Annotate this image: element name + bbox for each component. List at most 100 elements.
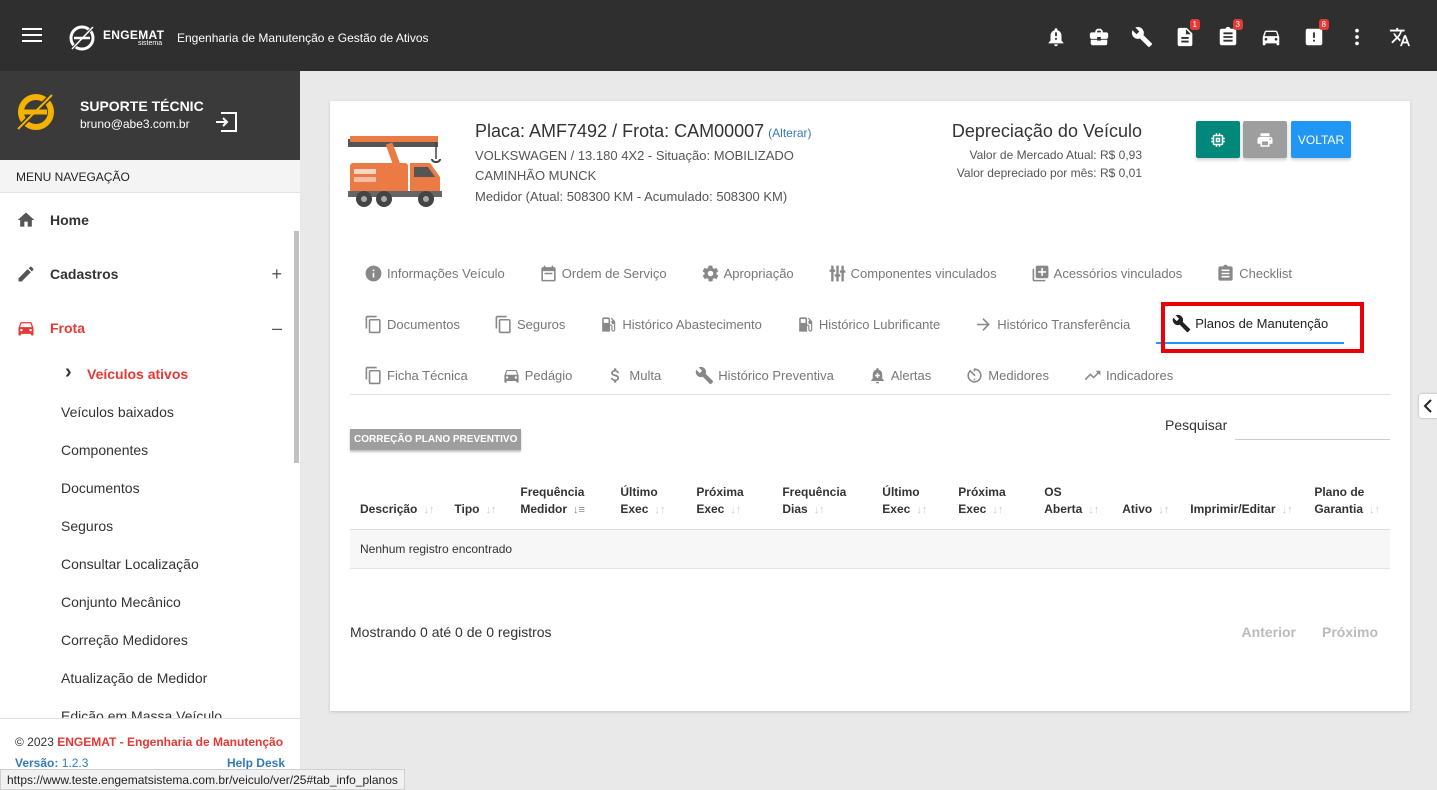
menu-title: MENU NAVEGAÇÃO	[0, 160, 300, 193]
submenu-item-correcao-medidores[interactable]: Correção Medidores	[61, 621, 300, 659]
previous-button[interactable]: Anterior	[1242, 624, 1296, 640]
column-header-proxima-exec[interactable]: Próxima Exec ↓↑	[686, 484, 773, 530]
tab-checklist[interactable]: Checklist	[1190, 253, 1300, 293]
tab-ficha-tecnica[interactable]: Ficha Técnica	[350, 355, 476, 395]
document-icon[interactable]: 1	[1163, 19, 1206, 50]
frota-submenu: Veículos ativos Veículos baixados Compon…	[0, 353, 300, 735]
column-header-descricao[interactable]: Descrição ↓↑	[350, 484, 445, 530]
tab-pedagio[interactable]: Pedágio	[476, 355, 581, 395]
column-header-tipo[interactable]: Tipo ↓↑	[444, 484, 511, 530]
notification-badge: 1	[1189, 19, 1200, 30]
tab-historico-lubrificante[interactable]: Histórico Lubrificante	[770, 304, 948, 344]
submenu-item-veiculos-baixados[interactable]: Veículos baixados	[61, 393, 300, 431]
submenu-item-seguros[interactable]: Seguros	[61, 507, 300, 545]
equalizer-icon	[829, 265, 846, 281]
sidebar-item-label: Home	[50, 212, 89, 228]
more-vert-icon[interactable]	[1335, 24, 1378, 50]
submenu-item-consultar-localizacao[interactable]: Consultar Localização	[61, 545, 300, 583]
table-row: Nenhum registro encontrado	[350, 529, 1390, 569]
column-header-ultimo-exec[interactable]: Último Exec ↓↑	[610, 484, 687, 530]
sort-icon: ↓↑	[423, 504, 435, 516]
plate-title: Placa: AMF7492 / Frota: CAM00007 (Alterar…	[475, 121, 812, 141]
submenu-item-veiculos-ativos[interactable]: Veículos ativos	[61, 353, 300, 393]
tab-historico-preventiva[interactable]: Histórico Preventiva	[669, 355, 842, 395]
chip-icon	[1211, 132, 1225, 147]
tab-seguros[interactable]: Seguros	[468, 304, 573, 344]
column-header-ativo[interactable]: Ativo ↓↑	[1112, 484, 1181, 530]
pagination: Anterior Próximo	[1242, 624, 1378, 640]
crane-truck-icon	[348, 136, 442, 207]
clipboard-icon	[1218, 264, 1233, 281]
translate-icon[interactable]	[1378, 24, 1421, 50]
tab-documentos[interactable]: Documentos	[350, 304, 468, 344]
search-input[interactable]	[1235, 411, 1390, 440]
version-text: Versão: 1.2.3	[15, 756, 89, 770]
chevron-left-icon[interactable]	[1419, 394, 1437, 418]
column-header-frequencia-dias[interactable]: Frequência Dias ↓↑	[772, 484, 873, 530]
sort-icon: ↓↑	[992, 504, 1004, 516]
sidebar-item-label: Cadastros	[50, 266, 119, 282]
copyright-text: © 2023 ENGEMAT - Engenharia de Manutençã…	[15, 735, 284, 749]
briefcase-icon[interactable]	[1077, 24, 1120, 50]
tab-multa[interactable]: Multa	[580, 355, 669, 395]
voltar-button[interactable]: VOLTAR	[1291, 121, 1351, 158]
printer-icon	[1257, 132, 1273, 147]
tab-historico-abastecimento[interactable]: Histórico Abastecimento	[573, 304, 769, 344]
tab-acessorios-vinculados[interactable]: Acessórios vinculados	[1005, 253, 1191, 293]
tab-medidores[interactable]: Medidores	[939, 355, 1057, 395]
column-header-imprimir-editar[interactable]: Imprimir/Editar ↓↑	[1180, 484, 1305, 530]
sidebar-item-home[interactable]: Home	[0, 193, 300, 247]
wrench-icon[interactable]	[1120, 24, 1163, 50]
vehicle-card: Placa: AMF7492 / Frota: CAM00007 (Alterar…	[330, 101, 1410, 711]
bell-alert-icon	[870, 367, 884, 383]
user-email: bruno@abe3.com.br	[80, 117, 190, 131]
tab-historico-transferencia[interactable]: Histórico Transferência	[948, 304, 1138, 344]
tab-apropriacao[interactable]: Apropriação	[675, 253, 802, 293]
column-header-plano-garantia[interactable]: Plano de Garantia ↓↑	[1304, 484, 1390, 530]
correcao-plano-button[interactable]: CORREÇÃO PLANO PREVENTIVO	[350, 429, 522, 450]
sidebar-item-frota[interactable]: Frota –	[0, 301, 300, 355]
chip-button[interactable]	[1196, 121, 1240, 158]
monthly-depreciation: Valor depreciado por mês: R$ 0,01	[956, 166, 1142, 180]
car-icon	[18, 322, 34, 336]
sort-icon: ↓↑	[916, 504, 928, 516]
document-stack-icon[interactable]: 3	[1206, 19, 1249, 50]
tab-indicadores[interactable]: Indicadores	[1057, 355, 1181, 395]
column-header-frequencia-medidor[interactable]: Frequência Medidor ↓≡	[510, 484, 611, 530]
help-desk-link[interactable]: Help Desk	[227, 756, 285, 770]
car-icon	[504, 369, 519, 383]
market-value: Valor de Mercado Atual: R$ 0,93	[969, 148, 1142, 162]
logout-icon[interactable]	[214, 111, 238, 133]
bell-alert-icon[interactable]	[1034, 24, 1077, 50]
sort-icon: ↓↑	[1369, 504, 1380, 516]
print-button[interactable]	[1243, 121, 1287, 158]
home-icon	[17, 212, 35, 227]
column-header-proxima-exec-dias[interactable]: Próxima Exec ↓↑	[948, 484, 1035, 530]
alert-document-icon[interactable]: 8	[1292, 19, 1335, 50]
vehicle-model: VOLKSWAGEN / 13.180 4X2 - Situação: MOBI…	[475, 148, 794, 163]
menu-icon[interactable]	[22, 28, 42, 42]
column-header-ultimo-exec-dias[interactable]: Último Exec ↓↑	[872, 484, 949, 530]
next-button[interactable]: Próximo	[1322, 624, 1378, 640]
alterar-link[interactable]: (Alterar)	[768, 126, 811, 140]
tab-ordem-servico[interactable]: Ordem de Serviço	[513, 253, 675, 293]
copy-icon	[365, 366, 381, 384]
sidebar-scrollbar[interactable]	[294, 231, 299, 463]
submenu-item-componentes[interactable]: Componentes	[61, 431, 300, 469]
tab-componentes-vinculados[interactable]: Componentes vinculados	[802, 253, 1005, 293]
user-panel: SUPORTE TÉCNIC bruno@abe3.com.br	[0, 71, 300, 160]
submenu-item-atualizacao-medidor[interactable]: Atualização de Medidor	[61, 659, 300, 697]
tab-informacoes-veiculo[interactable]: Informações Veículo	[350, 253, 513, 293]
car-icon[interactable]	[1249, 24, 1292, 50]
column-header-os-aberta[interactable]: OS Aberta ↓↑	[1034, 484, 1113, 530]
submenu-item-documentos[interactable]: Documentos	[61, 469, 300, 507]
sidebar-item-cadastros[interactable]: Cadastros +	[0, 247, 300, 301]
collapse-icon[interactable]: –	[272, 318, 282, 339]
tab-alertas[interactable]: Alertas	[842, 355, 939, 395]
empty-message: Nenhum registro encontrado	[350, 529, 1390, 569]
expand-icon[interactable]: +	[271, 264, 282, 285]
vehicle-type: CAMINHÃO MUNCK	[475, 168, 597, 183]
vehicle-meter: Medidor (Atual: 508300 KM - Acumulado: 5…	[475, 189, 788, 204]
calendar-icon	[541, 265, 556, 281]
submenu-item-conjunto-mecanico[interactable]: Conjunto Mecânico	[61, 583, 300, 621]
